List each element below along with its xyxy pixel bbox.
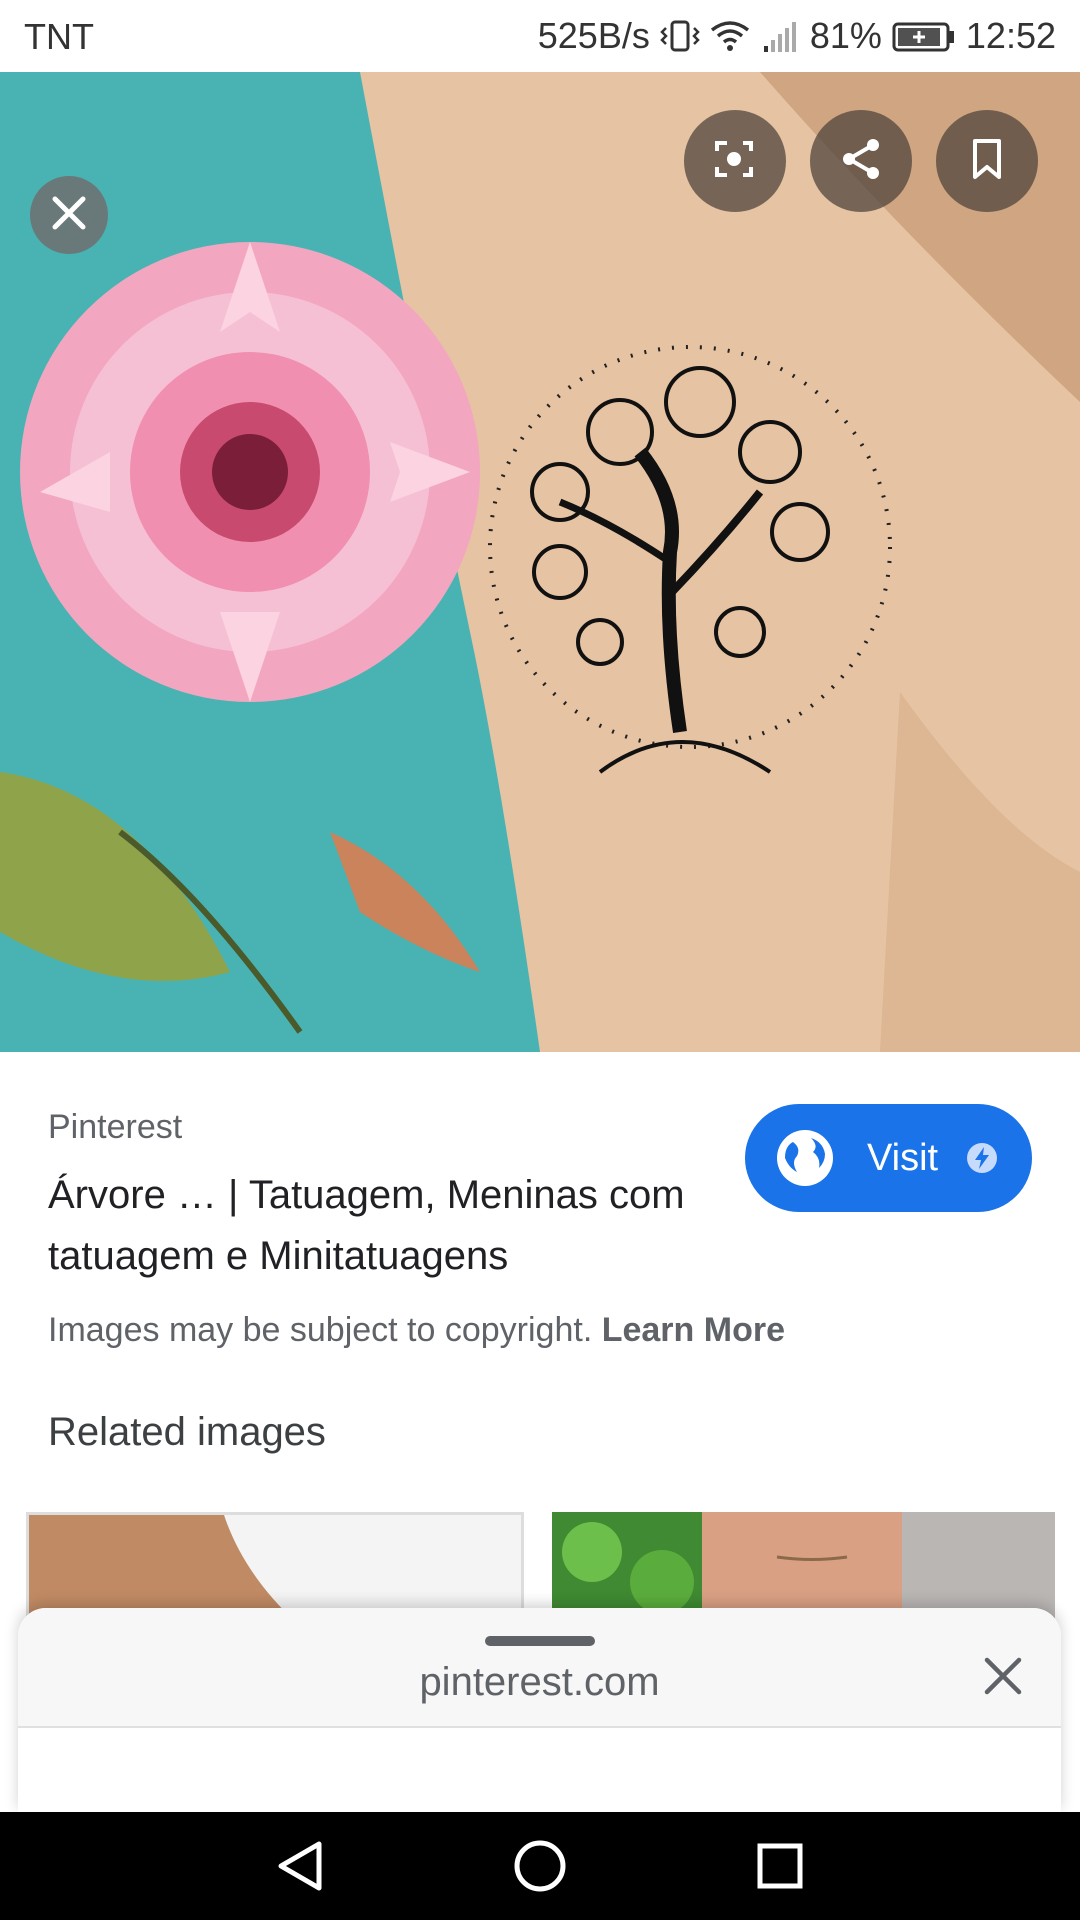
recents-button[interactable]	[750, 1838, 810, 1898]
tattoo-photo	[0, 72, 1080, 1052]
visit-button[interactable]: Visit	[745, 1104, 1032, 1212]
flower-illustration	[20, 242, 480, 702]
signal-icon	[760, 18, 800, 54]
related-image-1	[29, 1515, 296, 1622]
bottom-sheet: pinterest.com	[18, 1608, 1061, 1812]
bookmark-icon	[963, 135, 1011, 188]
copyright-notice: Images may be subject to copyright. Lear…	[48, 1311, 785, 1350]
close-icon	[49, 193, 89, 238]
visit-label: Visit	[867, 1136, 939, 1179]
navigation-bar	[0, 1812, 1080, 1920]
learn-more-link[interactable]: Learn More	[602, 1311, 785, 1349]
lens-icon	[711, 135, 759, 188]
share-button[interactable]	[810, 110, 912, 212]
home-icon	[513, 1839, 567, 1898]
vibrate-icon	[660, 18, 700, 54]
recents-icon	[756, 1842, 804, 1895]
share-icon	[837, 135, 885, 188]
wifi-icon	[710, 18, 750, 54]
related-images-heading: Related images	[48, 1410, 326, 1454]
carrier-label: TNT	[24, 16, 94, 57]
clock: 12:52	[965, 15, 1056, 56]
sheet-close-button[interactable]	[975, 1650, 1031, 1706]
related-image-thumb[interactable]	[26, 1512, 524, 1622]
battery-percent: 81%	[809, 15, 882, 56]
hero-image[interactable]	[0, 72, 1080, 1052]
bookmark-button[interactable]	[936, 110, 1038, 212]
amp-lightning-icon	[966, 1142, 998, 1174]
status-bar: TNT 525B/s 81% 12:52	[0, 0, 1080, 72]
close-button[interactable]	[30, 176, 108, 254]
net-speed: 525B/s	[537, 15, 650, 56]
source-label: Pinterest	[48, 1108, 183, 1146]
sheet-domain: pinterest.com	[419, 1660, 660, 1704]
related-image-thumb[interactable]	[552, 1512, 1055, 1622]
result-title[interactable]: Árvore … | Tatuagem, Meninas com tatuage…	[48, 1165, 688, 1287]
drag-handle[interactable]	[485, 1636, 595, 1646]
copyright-text: Images may be subject to copyright.	[48, 1311, 593, 1349]
battery-icon	[892, 18, 956, 54]
sheet-header[interactable]: pinterest.com	[18, 1608, 1061, 1728]
home-button[interactable]	[510, 1838, 570, 1898]
related-image-2	[552, 1512, 1055, 1622]
close-icon	[983, 1656, 1023, 1701]
globe-icon	[775, 1128, 835, 1188]
back-icon	[275, 1840, 325, 1897]
lens-button[interactable]	[684, 110, 786, 212]
back-button[interactable]	[270, 1838, 330, 1898]
status-right: 525B/s 81% 12:52	[538, 14, 1056, 58]
